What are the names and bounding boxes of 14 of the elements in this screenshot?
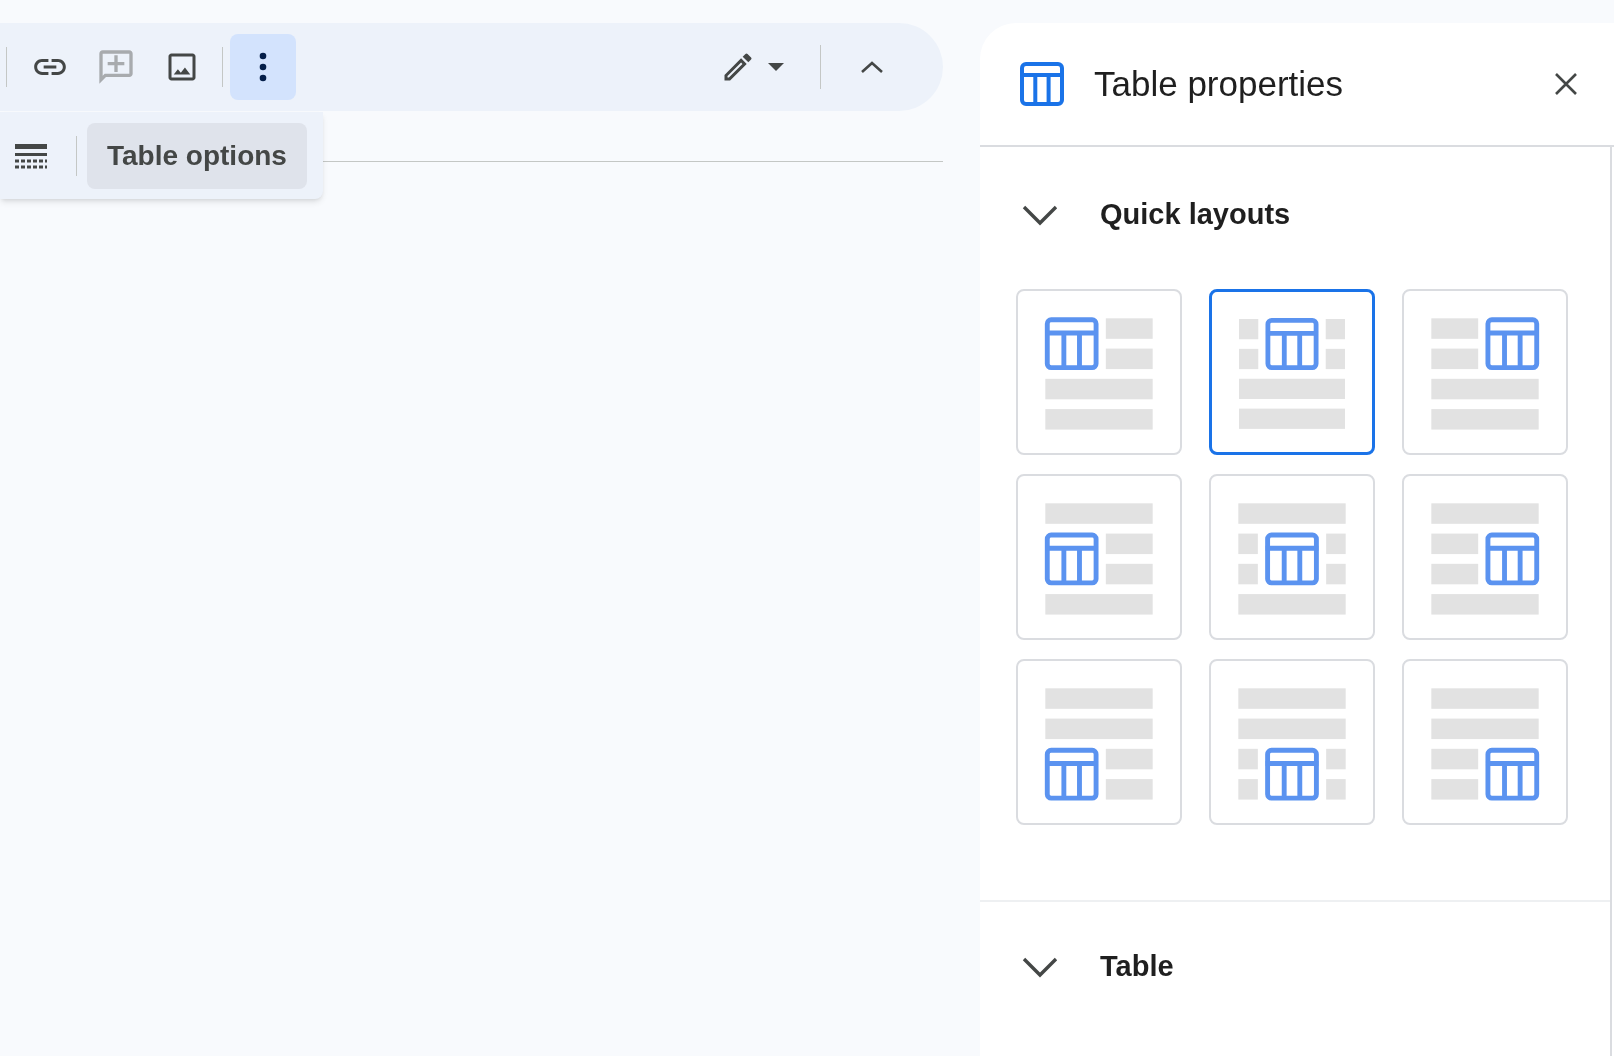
table-borders-icon[interactable]	[14, 142, 48, 169]
more-vertical-icon	[259, 52, 267, 82]
dropdown-caret-icon	[768, 62, 784, 72]
layout-option[interactable]	[1209, 289, 1375, 455]
section-header[interactable]: Table	[980, 902, 1610, 1032]
table-options-button[interactable]: Table options	[87, 122, 307, 189]
chevron-up-icon	[860, 60, 884, 74]
panel-title: Table properties	[1094, 62, 1345, 105]
more-vertical-button[interactable]	[230, 34, 296, 100]
chevron-icon	[1022, 956, 1058, 978]
close-icon	[1554, 72, 1578, 96]
chevron-icon	[1022, 204, 1058, 226]
section-header[interactable]: Quick layouts	[980, 155, 1610, 275]
table-icon	[1020, 62, 1064, 106]
